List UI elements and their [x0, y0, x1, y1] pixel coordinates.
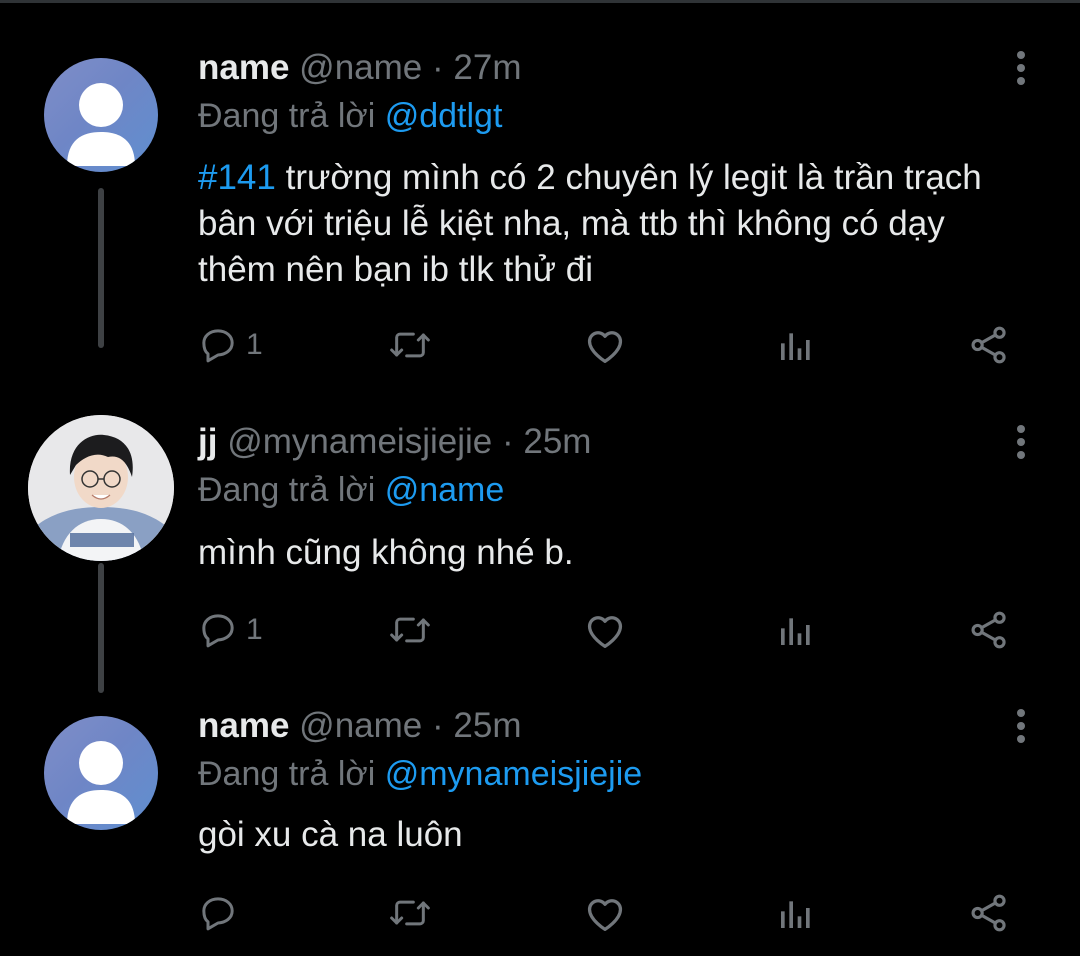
timestamp[interactable]: 25m: [453, 706, 521, 745]
tweet-body: trường mình có 2 chuyên lý legit là trần…: [198, 158, 982, 289]
reply-icon: [198, 893, 238, 933]
reply-button[interactable]: [198, 888, 246, 938]
retweet-button[interactable]: [388, 320, 432, 370]
views-icon: [776, 610, 816, 650]
action-bar: 1: [198, 320, 1028, 370]
like-icon: [583, 893, 627, 933]
reply-context: Đang trả lời @name: [198, 470, 504, 510]
display-name[interactable]: jj: [198, 422, 217, 461]
retweet-button[interactable]: [388, 888, 432, 938]
reply-mention[interactable]: @mynameisjiejie: [385, 755, 642, 793]
reply-mention[interactable]: @name: [385, 471, 505, 509]
tweet-body: gòi xu cà na luôn: [198, 815, 463, 854]
views-button[interactable]: [776, 888, 816, 938]
more-icon[interactable]: [1002, 706, 1038, 746]
views-icon: [776, 893, 816, 933]
tweet-body: mình cũng không nhé b.: [198, 533, 574, 572]
reply-prefix: Đang trả lời: [198, 471, 376, 509]
reply-icon: [198, 610, 238, 650]
views-icon: [776, 325, 816, 365]
reply-icon: [198, 325, 238, 365]
tweet-2[interactable]: jj @mynameisjiejie · 25m Đang trả lời @n…: [0, 380, 1080, 700]
tweet-header: name @name · 25m: [198, 706, 521, 746]
tweet-header: name @name · 27m: [198, 48, 521, 88]
share-icon: [968, 609, 1010, 651]
share-button[interactable]: [968, 888, 1010, 938]
tweet-text: #141 trường mình có 2 chuyên lý legit là…: [198, 155, 1018, 293]
like-icon: [583, 325, 627, 365]
reply-count: 1: [246, 613, 263, 646]
timestamp[interactable]: 25m: [523, 422, 591, 461]
action-bar: [198, 888, 1028, 938]
tweet-text: gòi xu cà na luôn: [198, 812, 1018, 858]
separator: ·: [432, 48, 444, 87]
views-button[interactable]: [776, 605, 816, 655]
separator: ·: [501, 422, 514, 461]
reply-prefix: Đang trả lời: [198, 755, 376, 793]
like-button[interactable]: [583, 320, 627, 370]
more-icon[interactable]: [1002, 48, 1038, 88]
tweet-header: jj @mynameisjiejie · 25m: [198, 422, 591, 462]
tweet-1[interactable]: name @name · 27m Đang trả lời @ddtlgt #1…: [0, 0, 1080, 380]
reply-prefix: Đang trả lời: [198, 97, 376, 135]
share-button[interactable]: [968, 605, 1010, 655]
timestamp[interactable]: 27m: [453, 48, 521, 87]
display-name[interactable]: name: [198, 706, 289, 745]
retweet-icon: [388, 325, 432, 365]
share-button[interactable]: [968, 320, 1010, 370]
action-bar: 1: [198, 605, 1028, 655]
handle[interactable]: @name: [299, 706, 422, 745]
like-button[interactable]: [583, 605, 627, 655]
retweet-icon: [388, 893, 432, 933]
retweet-icon: [388, 610, 432, 650]
reply-button[interactable]: 1: [198, 320, 263, 370]
avatar[interactable]: [28, 415, 174, 561]
like-button[interactable]: [583, 888, 627, 938]
handle[interactable]: @mynameisjiejie: [227, 422, 492, 461]
share-icon: [968, 324, 1010, 366]
views-button[interactable]: [776, 320, 816, 370]
like-icon: [583, 610, 627, 650]
share-icon: [968, 892, 1010, 934]
display-name[interactable]: name: [198, 48, 289, 87]
reply-mention[interactable]: @ddtlgt: [385, 97, 503, 135]
reply-context: Đang trả lời @ddtlgt: [198, 96, 502, 136]
tweet-text: mình cũng không nhé b.: [198, 530, 1018, 576]
separator: ·: [432, 706, 444, 745]
reply-count: 1: [246, 328, 263, 361]
reply-context: Đang trả lời @mynameisjiejie: [198, 754, 642, 794]
avatar[interactable]: [44, 716, 158, 830]
handle[interactable]: @name: [299, 48, 422, 87]
reply-button[interactable]: 1: [198, 605, 263, 655]
hashtag-link[interactable]: #141: [198, 158, 276, 197]
retweet-button[interactable]: [388, 605, 432, 655]
tweet-3[interactable]: name @name · 25m Đang trả lời @mynameisj…: [0, 700, 1080, 956]
avatar[interactable]: [44, 58, 158, 172]
more-icon[interactable]: [1002, 422, 1038, 462]
